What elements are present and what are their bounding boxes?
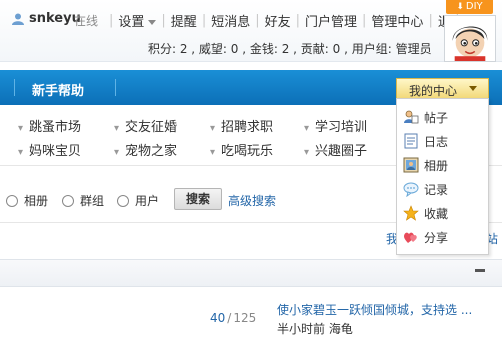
messages-link[interactable]: 短消息 (211, 11, 250, 30)
thread-row: 40/125 使小家碧玉一跃倾国倾城，支持选 ... 半小时前 海龟 (0, 293, 502, 343)
album-icon (403, 157, 419, 173)
top-bar: snkeyu 在线 | 设置 | 提醒 | 短消息 | 好友 | 门户管理 | … (0, 0, 502, 62)
advanced-search-link[interactable]: 高级搜索 (228, 192, 276, 209)
thread-meta: 半小时前 海龟 (277, 322, 353, 336)
top-links: | 设置 | 提醒 | 短消息 | 好友 | 门户管理 | 管理中心 | 退出 (104, 11, 464, 30)
search-radio-album[interactable]: 相册 (6, 192, 48, 209)
menu-item-album[interactable]: 相册 (403, 155, 448, 175)
portal-admin-link[interactable]: 门户管理 (305, 11, 357, 30)
thread-title-link[interactable]: 使小家碧玉一跃倾国倾城，支持选 ... (277, 301, 472, 318)
radio-circle (6, 194, 18, 207)
chevron-down-icon (148, 20, 157, 25)
star-icon (403, 205, 419, 221)
divider: | (109, 13, 114, 28)
radio-circle (62, 194, 74, 207)
divider: | (161, 13, 166, 28)
post-icon (404, 110, 419, 124)
nav-help-link[interactable]: 新手帮助 (32, 80, 84, 99)
category-interests[interactable]: ▾ 兴趣圈子 (304, 140, 367, 159)
category-flea-market[interactable]: ▾ 跳蚤市场 (18, 116, 81, 135)
chevron-down-icon (469, 86, 477, 91)
category-mom-baby[interactable]: ▾ 妈咪宝贝 (18, 140, 81, 159)
divider: | (362, 13, 367, 28)
reply-count: 40 (210, 311, 226, 325)
category-pets[interactable]: ▾ 宠物之家 (114, 140, 177, 159)
diy-button[interactable]: ⬇ DIY (446, 0, 493, 14)
panel-header (0, 259, 502, 287)
menu-item-share[interactable]: 分享 (403, 227, 448, 247)
search-radio-user[interactable]: 用户 (117, 192, 159, 209)
record-icon (403, 182, 419, 197)
radio-circle (117, 194, 129, 207)
reminder-link[interactable]: 提醒 (171, 11, 197, 30)
divider (115, 79, 116, 96)
avatar[interactable] (444, 15, 496, 62)
user-stats: 积分: 2 , 威望: 0 , 金钱: 2 , 贡献: 0 , 用户组: 管理员 (148, 42, 432, 56)
divider: | (255, 13, 260, 28)
friends-link[interactable]: 好友 (265, 11, 291, 30)
settings-link[interactable]: 设置 (118, 11, 157, 30)
menu-item-blog[interactable]: 日志 (403, 131, 448, 151)
menu-item-posts[interactable]: 帖子 (403, 107, 448, 127)
search-button[interactable]: 搜索 (174, 188, 222, 210)
collapse-icon[interactable] (475, 269, 485, 272)
download-arrow-icon: ⬇ (456, 2, 464, 12)
my-center-menu: 帖子 日志 相册 记录 收藏 分享 (396, 98, 489, 255)
blog-icon (404, 133, 418, 149)
view-count: 125 (233, 311, 257, 325)
category-dating[interactable]: ▾ 交友征婚 (114, 116, 177, 135)
my-center-label: 我的中心 (409, 84, 458, 98)
my-center-button[interactable]: 我的中心 (396, 78, 489, 98)
divider (14, 79, 15, 96)
divider: | (201, 13, 207, 28)
search-radio-group[interactable]: 群组 (62, 192, 104, 209)
user-icon (12, 13, 24, 25)
online-status: 在线 (74, 14, 99, 28)
category-food-fun[interactable]: ▾ 吃喝玩乐 (210, 140, 273, 159)
thread-counts: 40/125 (210, 311, 257, 325)
divider: | (428, 13, 433, 28)
divider: | (295, 13, 301, 28)
page: snkeyu 在线 | 设置 | 提醒 | 短消息 | 好友 | 门户管理 | … (0, 0, 502, 352)
menu-item-favorites[interactable]: 收藏 (403, 203, 448, 223)
share-icon (404, 232, 417, 243)
admin-center-link[interactable]: 管理中心 (371, 11, 423, 30)
category-training[interactable]: ▾ 学习培训 (304, 116, 367, 135)
category-jobs[interactable]: ▾ 招聘求职 (210, 116, 273, 135)
menu-item-record[interactable]: 记录 (403, 179, 448, 199)
